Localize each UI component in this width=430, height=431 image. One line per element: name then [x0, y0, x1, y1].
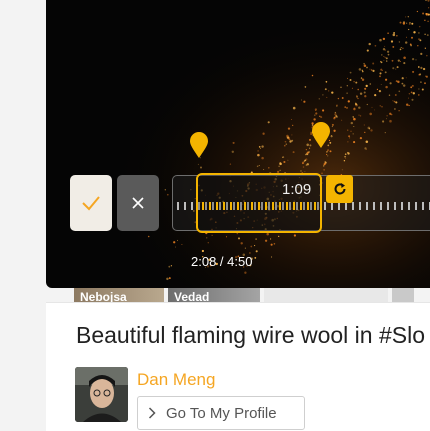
video-title: Beautiful flaming wire wool in #Slo — [76, 322, 426, 348]
thumbnail-item[interactable] — [392, 288, 414, 302]
selection-ticks — [202, 202, 316, 210]
trim-duration: 1:09 — [282, 181, 312, 198]
author-name[interactable]: Dan Meng — [137, 370, 215, 390]
thumbnail-item[interactable]: Vedad — [168, 288, 260, 302]
chevron-right-icon — [138, 407, 166, 419]
thumbnail-item[interactable]: Nebojsa — [74, 288, 164, 302]
close-icon — [132, 197, 144, 209]
profile-button-label: Go To My Profile — [166, 404, 277, 422]
related-thumbnails: Nebojsa Vedad — [74, 288, 414, 302]
loop-button[interactable] — [326, 175, 353, 203]
avatar[interactable] — [75, 367, 128, 422]
confirm-trim-button[interactable] — [70, 175, 112, 231]
video-player[interactable] — [46, 0, 430, 288]
go-to-profile-button[interactable]: Go To My Profile — [137, 396, 305, 430]
refresh-icon — [334, 183, 345, 195]
thumbnail-item[interactable] — [264, 288, 388, 302]
cancel-trim-button[interactable] — [117, 175, 159, 231]
author-photo — [75, 367, 128, 422]
checkmark-icon — [82, 196, 100, 211]
video-frame — [46, 0, 430, 288]
playback-time: 2:08 / 4:50 — [191, 254, 253, 269]
map-pin-icon[interactable] — [189, 131, 209, 159]
map-pin-icon[interactable] — [311, 121, 331, 149]
